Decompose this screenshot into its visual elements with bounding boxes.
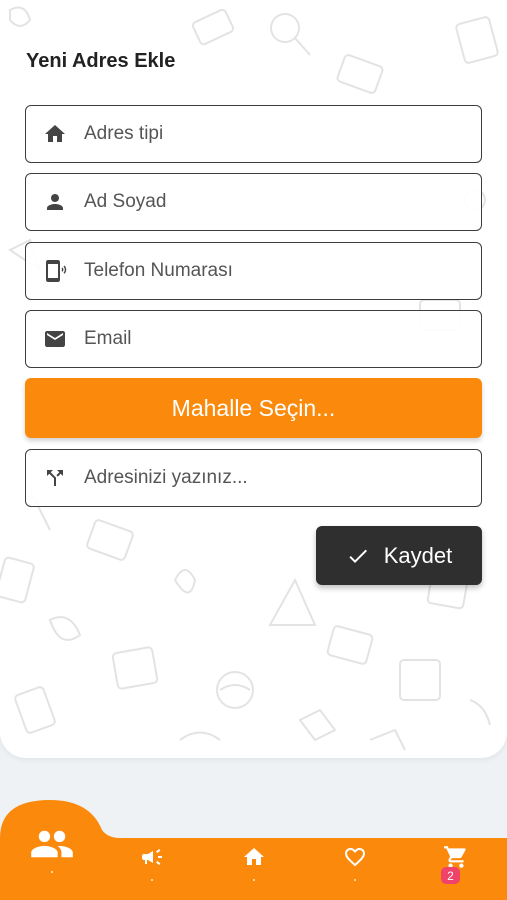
address-input[interactable]	[84, 458, 464, 498]
nav-item-community[interactable]	[22, 820, 82, 880]
phone-field[interactable]	[25, 242, 482, 300]
nav-item-home[interactable]	[224, 833, 284, 893]
person-icon	[26, 173, 84, 231]
group-icon	[31, 830, 73, 858]
page-title: Yeni Adres Ekle	[26, 50, 176, 72]
cart-count-badge: 2	[441, 867, 460, 884]
nav-indicator-dot	[253, 879, 255, 881]
mail-icon	[26, 310, 84, 368]
directions-icon	[26, 449, 84, 507]
phone-icon	[26, 242, 84, 300]
full-name-input[interactable]	[84, 182, 464, 222]
nav-item-announcements[interactable]	[122, 833, 182, 893]
megaphone-icon	[142, 849, 162, 865]
heart-icon	[345, 848, 365, 867]
full-name-field[interactable]	[25, 173, 482, 231]
save-button-label: Kaydet	[383, 542, 453, 568]
select-neighborhood-button[interactable]: Mahalle Seçin...	[25, 378, 482, 438]
nav-indicator-dot	[51, 871, 53, 873]
address-field[interactable]	[25, 449, 482, 507]
home-icon	[26, 105, 84, 163]
email-input[interactable]	[84, 319, 464, 359]
phone-input[interactable]	[84, 251, 464, 291]
address-type-field[interactable]	[25, 105, 482, 163]
address-form-card: Yeni Adres Ekle Mahalle Seçin... Kaydet	[0, 0, 507, 758]
home-icon	[244, 848, 264, 865]
address-type-input[interactable]	[84, 114, 464, 154]
nav-indicator-dot	[354, 879, 356, 881]
nav-item-favorites[interactable]	[325, 833, 385, 893]
nav-indicator-dot	[151, 879, 153, 881]
check-icon	[349, 549, 367, 563]
nav-item-cart[interactable]	[426, 833, 486, 893]
email-field[interactable]	[25, 310, 482, 368]
save-button[interactable]: Kaydet	[316, 526, 482, 585]
bottom-navigation	[0, 800, 507, 900]
